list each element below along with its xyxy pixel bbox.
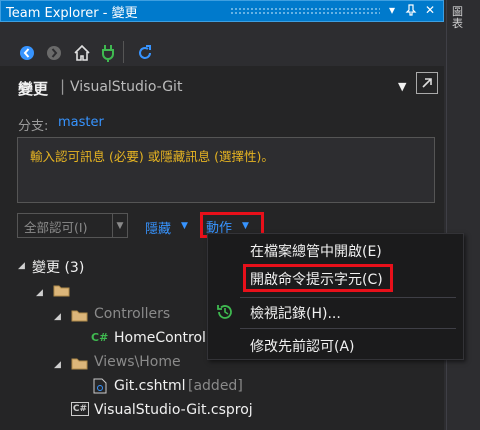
forward-icon bbox=[47, 46, 61, 60]
forward-button[interactable] bbox=[45, 44, 63, 62]
folder-icon bbox=[71, 309, 88, 322]
changes-section-label[interactable]: 變更 (3) bbox=[32, 257, 84, 277]
back-icon bbox=[20, 46, 34, 60]
command-prompt-highlight-box bbox=[243, 264, 393, 292]
branch-link[interactable]: master bbox=[58, 115, 104, 130]
pin-icon bbox=[405, 4, 417, 16]
tree-item-homecontroller[interactable]: HomeControl bbox=[114, 330, 206, 346]
header-separator: | bbox=[60, 77, 66, 95]
tree-item-git-cshtml[interactable]: Git.cshtml bbox=[114, 378, 186, 394]
expand-arrow-icon[interactable]: ◢ bbox=[54, 360, 61, 370]
hide-link[interactable]: 隱藏 bbox=[145, 218, 171, 237]
plug-icon bbox=[102, 45, 114, 62]
repository-name: VisualStudio-Git bbox=[70, 79, 183, 95]
tree-item-csproj[interactable]: VisualStudio-Git.csproj bbox=[94, 402, 253, 418]
refresh-button[interactable] bbox=[136, 44, 154, 62]
expand-arrow-icon[interactable]: ◢ bbox=[18, 261, 25, 271]
undock-button[interactable] bbox=[416, 72, 438, 94]
csproj-file-icon: C# bbox=[71, 402, 89, 416]
back-button[interactable] bbox=[18, 44, 36, 62]
refresh-icon bbox=[139, 45, 151, 59]
cshtml-file-icon bbox=[93, 378, 107, 394]
side-panel-strip bbox=[446, 0, 480, 430]
toolbar bbox=[0, 22, 444, 66]
folder-icon bbox=[53, 284, 70, 297]
commit-message-placeholder: 輸入認可訊息 (必要) 或隱藏訊息 (選擇性)。 bbox=[30, 149, 274, 164]
tree-item-controllers[interactable]: Controllers bbox=[94, 306, 170, 322]
hide-dropdown-icon[interactable]: ▼ bbox=[181, 221, 188, 231]
commit-all-dropdown-button[interactable]: ▼ bbox=[112, 214, 127, 237]
expand-arrow-icon[interactable]: ◢ bbox=[54, 312, 61, 322]
menu-item-view-history[interactable]: 檢視記錄(H)... bbox=[250, 303, 341, 323]
page-dropdown-icon[interactable]: ▼ bbox=[398, 80, 406, 93]
page-title: 變更 bbox=[18, 80, 49, 98]
menu-separator bbox=[240, 328, 456, 329]
side-panel-label[interactable]: 圖 表 bbox=[452, 6, 470, 30]
arrow-up-right-icon bbox=[422, 78, 432, 88]
connect-button[interactable] bbox=[99, 44, 117, 62]
home-button[interactable] bbox=[73, 44, 91, 62]
menu-separator bbox=[240, 297, 456, 298]
history-icon bbox=[216, 303, 234, 321]
title-grip[interactable] bbox=[230, 7, 380, 14]
branch-label: 分支: bbox=[18, 119, 49, 134]
home-icon bbox=[74, 44, 90, 61]
csharp-file-icon: C# bbox=[91, 331, 109, 344]
window-title: Team Explorer - 變更 bbox=[6, 6, 138, 21]
menu-item-open-in-explorer[interactable]: 在檔案總管中開啟(E) bbox=[250, 241, 382, 261]
tree-item-views-home[interactable]: Views\Home bbox=[94, 354, 181, 370]
expand-arrow-icon[interactable]: ◢ bbox=[36, 288, 43, 298]
file-status-added: [added] bbox=[188, 378, 243, 394]
toolbar-separator bbox=[123, 41, 124, 63]
pin-button[interactable] bbox=[403, 2, 419, 18]
close-button[interactable]: ✕ bbox=[422, 2, 438, 18]
window-dropdown-button[interactable]: ▾ bbox=[384, 2, 400, 18]
folder-icon bbox=[71, 357, 88, 370]
menu-item-amend-commit[interactable]: 修改先前認可(A) bbox=[250, 336, 355, 356]
commit-all-label: 全部認可(I) bbox=[24, 220, 88, 235]
